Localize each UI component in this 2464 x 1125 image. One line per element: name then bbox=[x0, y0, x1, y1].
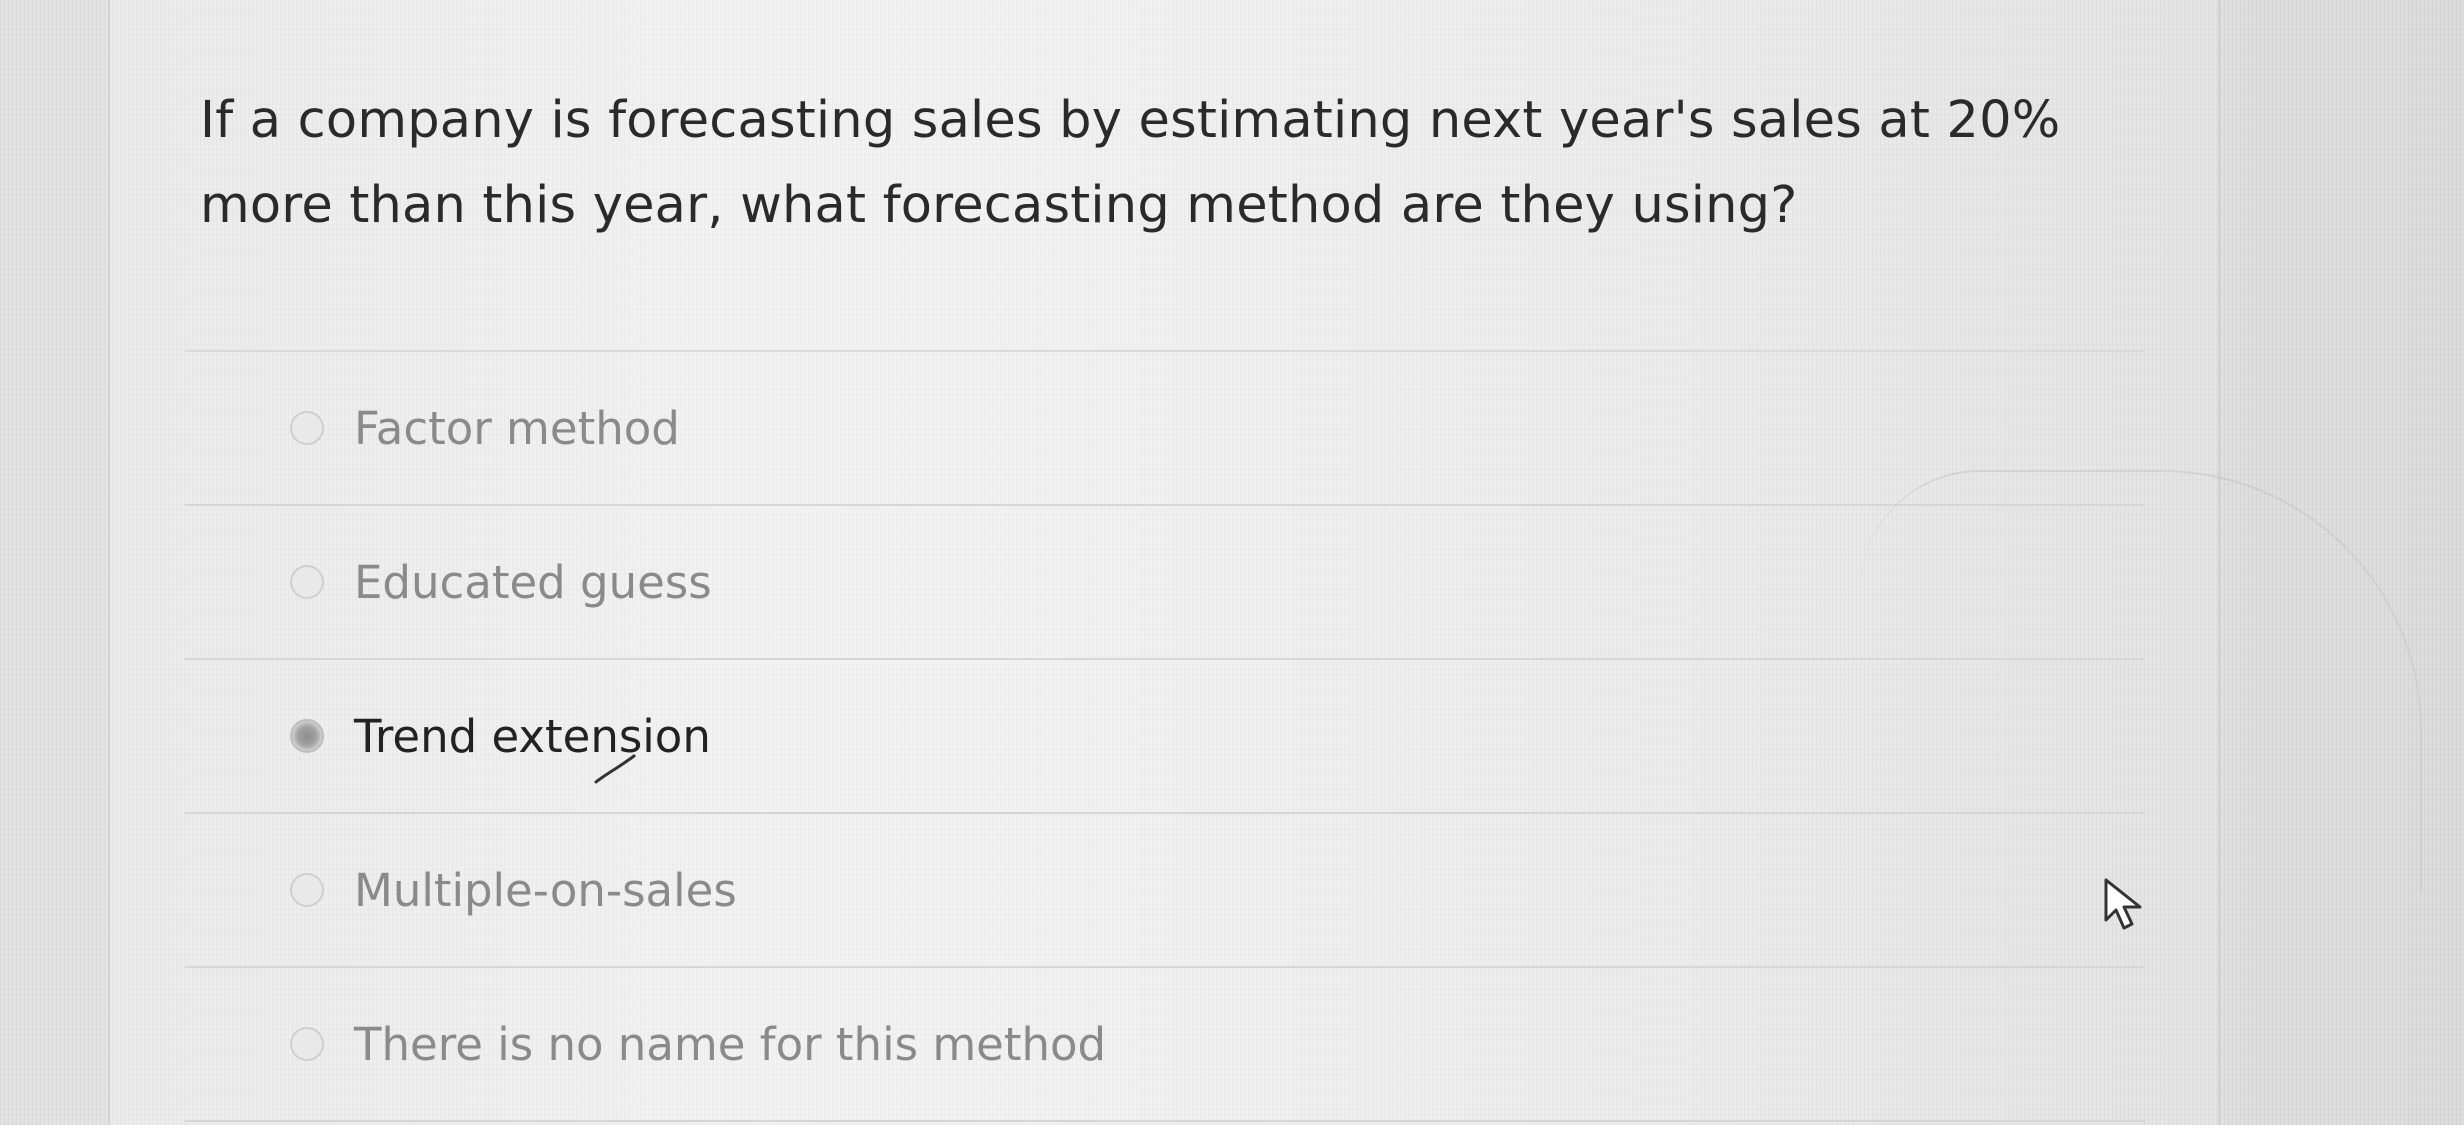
answer-label: Trend extension bbox=[354, 709, 711, 763]
answer-option-educated-guess[interactable]: Educated guess bbox=[185, 506, 2145, 660]
screen-background: If a company is forecasting sales by est… bbox=[0, 0, 2464, 1125]
radio-button-icon[interactable] bbox=[290, 873, 324, 907]
pen-stroke-mark bbox=[594, 754, 636, 784]
radio-button-icon[interactable] bbox=[290, 1027, 324, 1061]
screen-glare-mark bbox=[1860, 470, 2422, 892]
answer-option-trend-extension[interactable]: Trend extension bbox=[185, 660, 2145, 814]
answer-label: Multiple-on-sales bbox=[354, 863, 737, 917]
radio-button-icon[interactable] bbox=[290, 411, 324, 445]
answer-option-factor-method[interactable]: Factor method bbox=[185, 350, 2145, 506]
radio-button-icon[interactable] bbox=[290, 565, 324, 599]
answer-option-no-name[interactable]: There is no name for this method bbox=[185, 968, 2145, 1122]
answer-label: Factor method bbox=[354, 401, 680, 455]
cursor-arrow-icon bbox=[2104, 878, 2142, 930]
radio-button-selected-icon[interactable] bbox=[290, 719, 324, 753]
answer-option-multiple-on-sales[interactable]: Multiple-on-sales bbox=[185, 814, 2145, 968]
answer-label: There is no name for this method bbox=[354, 1017, 1107, 1071]
answer-label: Educated guess bbox=[354, 555, 712, 609]
answer-list: Factor method Educated guess Trend exten… bbox=[185, 350, 2145, 1122]
question-text: If a company is forecasting sales by est… bbox=[200, 91, 2061, 235]
